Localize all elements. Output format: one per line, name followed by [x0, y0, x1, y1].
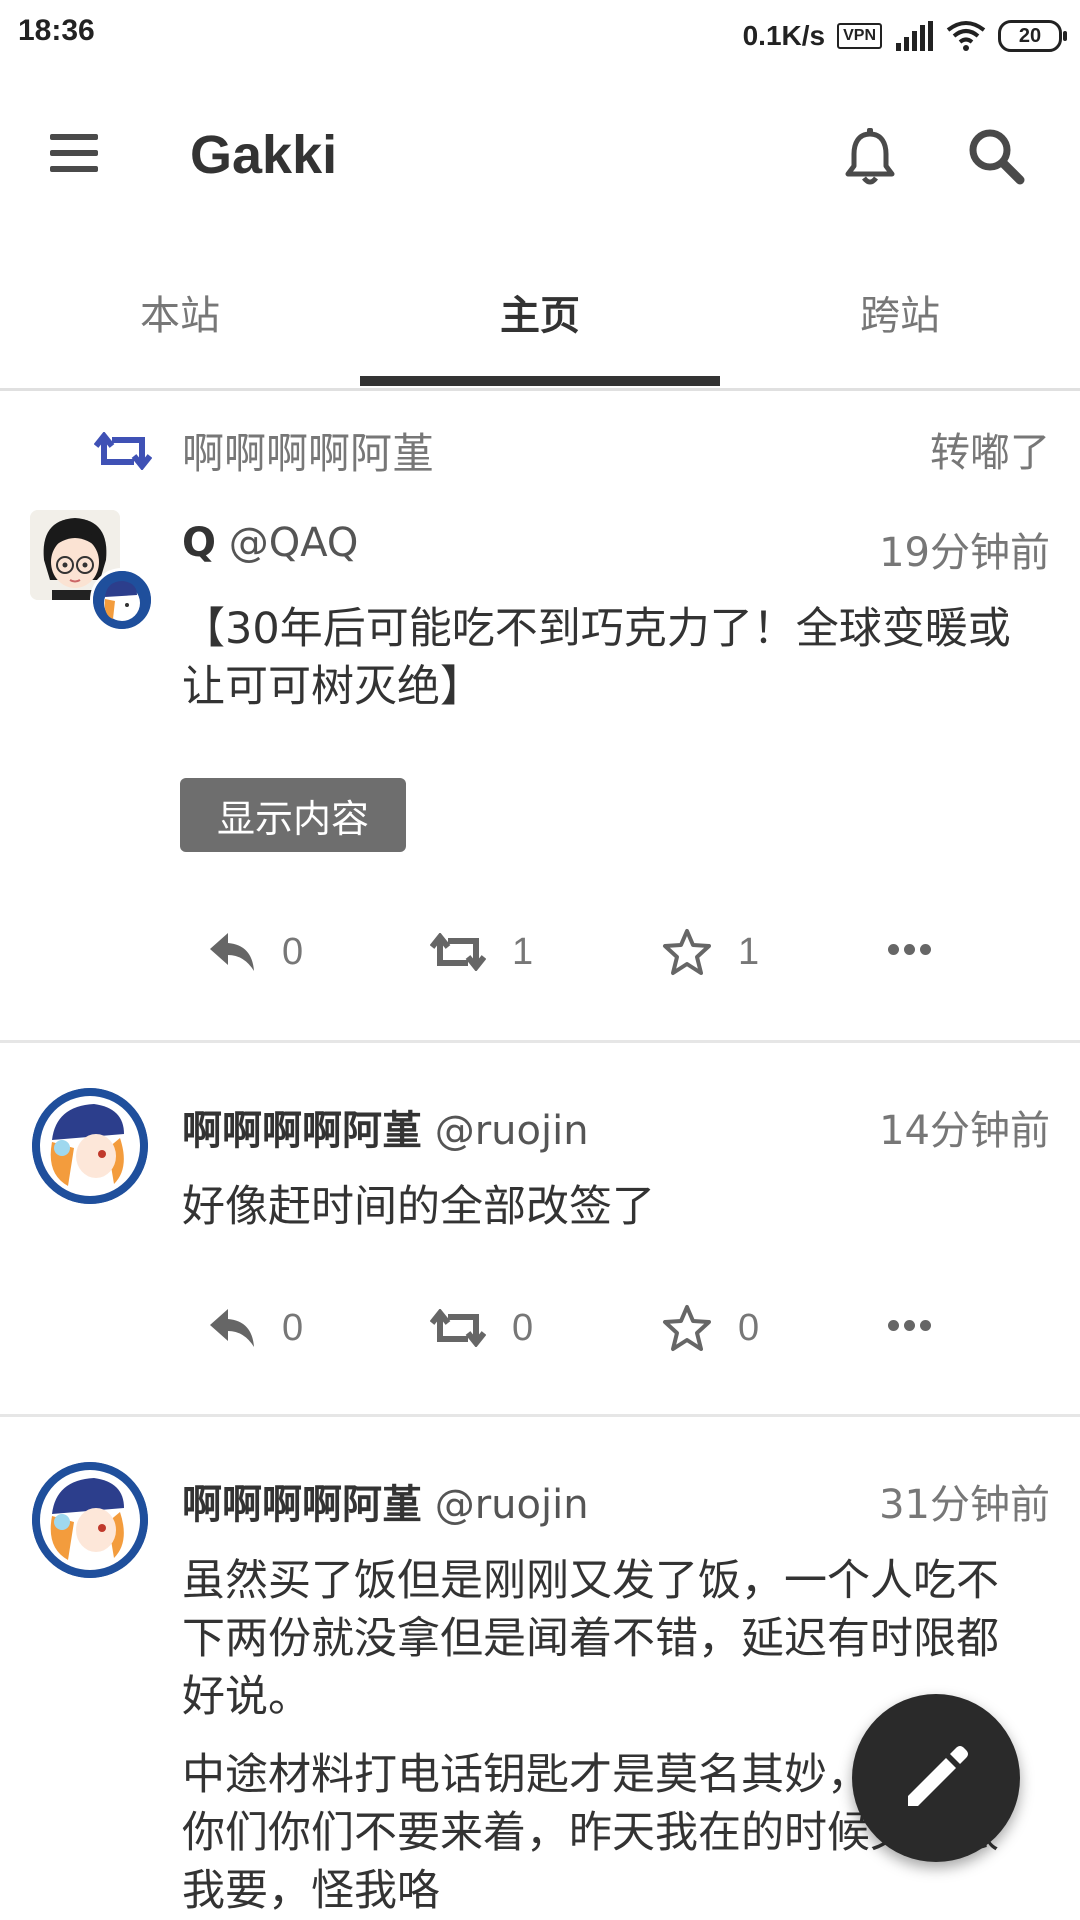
search-icon[interactable] [966, 126, 1026, 186]
post-author[interactable]: 啊啊啊啊阿堇 @ruojin [182, 1472, 589, 1530]
status-time: 18:36 [18, 14, 95, 47]
tab-federated[interactable]: 跨站 [720, 242, 1080, 382]
boost-icon [94, 432, 152, 470]
boost-count: 0 [512, 1306, 534, 1349]
favourite-button[interactable]: 1 [662, 922, 759, 982]
post-actions: 0 1 1 [0, 922, 1080, 982]
net-speed: 0.1K/s [742, 20, 826, 51]
show-content-button[interactable]: 显示内容 [180, 778, 406, 852]
divider [0, 1414, 1080, 1417]
more-icon[interactable] [888, 944, 931, 955]
status-bar: 18:36 0.1K/s VPN 20 [0, 0, 1080, 72]
boost-count: 1 [512, 930, 534, 973]
favourite-count: 0 [738, 1306, 760, 1349]
battery-icon: 20 [998, 20, 1067, 52]
tab-home[interactable]: 主页 [360, 242, 720, 382]
post-author[interactable]: Q @QAQ [182, 520, 358, 566]
display-name: 啊啊啊啊阿堇 [182, 1108, 422, 1154]
handle: @ruojin [434, 1108, 589, 1154]
post-time: 19分钟前 [879, 530, 1050, 576]
tab-local[interactable]: 本站 [0, 242, 360, 382]
favourite-count: 1 [738, 930, 760, 973]
boost-button[interactable]: 0 [430, 1298, 533, 1358]
post-content: 好像赶时间的全部改签了 [182, 1182, 655, 1232]
divider [0, 1040, 1080, 1043]
booster-avatar [90, 568, 154, 632]
boost-button[interactable]: 1 [430, 922, 533, 982]
pencil-icon [908, 1746, 968, 1806]
vpn-icon: VPN [837, 23, 882, 49]
handle: @QAQ [228, 520, 359, 566]
post-content-paragraph-1: 虽然买了饭但是刚刚又发了饭，一个人吃不下两份就没拿但是闻着不错，延迟有时限都好说… [182, 1556, 999, 1722]
favourite-button[interactable]: 0 [662, 1298, 759, 1358]
timeline-tabs: 本站 主页 跨站 [0, 242, 1080, 391]
compose-button[interactable] [852, 1694, 1020, 1862]
boost-icon [430, 1309, 486, 1347]
reply-icon [210, 1309, 254, 1347]
boosted-by-name[interactable]: 啊啊啊啊阿堇 [182, 420, 434, 481]
post-author[interactable]: 啊啊啊啊阿堇 @ruojin [182, 1098, 589, 1156]
handle: @ruojin [434, 1482, 589, 1528]
battery-level: 20 [1018, 24, 1042, 47]
tab-indicator [360, 376, 720, 386]
star-icon [663, 929, 711, 975]
post-time: 14分钟前 [879, 1108, 1050, 1154]
reply-button[interactable]: 0 [208, 922, 303, 982]
star-icon [663, 1305, 711, 1351]
post-actions: 0 0 0 [0, 1298, 1080, 1358]
app-bar: Gakki [0, 72, 1080, 242]
avatar[interactable] [32, 1462, 148, 1578]
boost-header: 啊啊啊啊阿堇 转嘟了 [0, 420, 1080, 480]
reply-count: 0 [282, 930, 304, 973]
wifi-icon [946, 21, 986, 51]
reply-icon [210, 933, 254, 971]
boost-label: 转嘟了 [930, 430, 1050, 476]
post-content: 【30年后可能吃不到巧克力了！全球变暖或让可可树灭绝】 [182, 604, 1011, 712]
boost-icon [430, 933, 486, 971]
reply-button[interactable]: 0 [208, 1298, 303, 1358]
display-name: 啊啊啊啊阿堇 [182, 1482, 422, 1528]
display-name: Q [182, 520, 217, 566]
menu-icon[interactable] [50, 134, 98, 178]
app-title: Gakki [190, 125, 338, 185]
avatar[interactable] [32, 1088, 148, 1204]
bell-icon[interactable] [842, 128, 898, 188]
signal-icon [896, 21, 933, 51]
status-right: 0.1K/s VPN 20 [742, 14, 1067, 58]
reply-count: 0 [282, 1306, 304, 1349]
more-icon[interactable] [888, 1320, 931, 1331]
post-time: 31分钟前 [879, 1482, 1050, 1528]
